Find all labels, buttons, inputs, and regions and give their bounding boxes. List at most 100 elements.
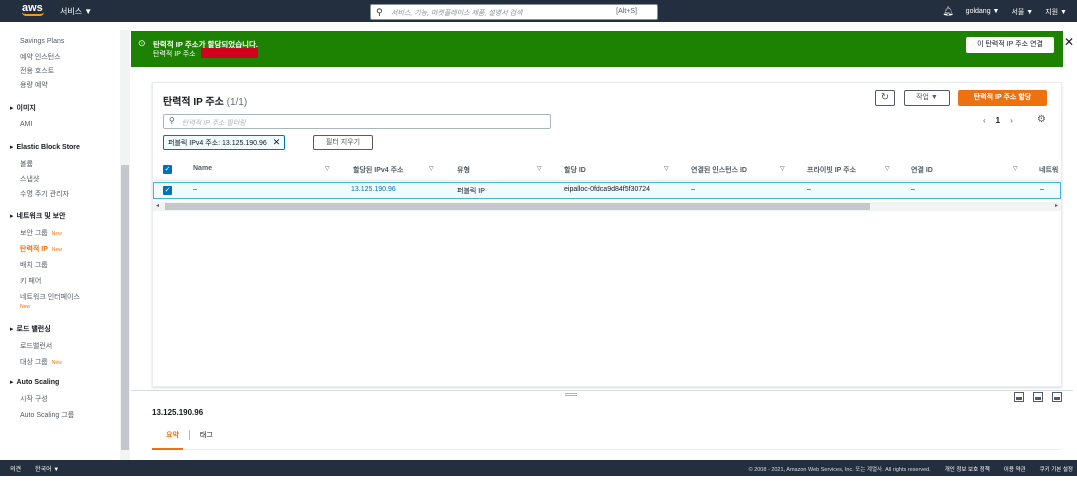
user-menu[interactable]: goldang ▼ xyxy=(966,8,1000,15)
privacy-link[interactable]: 개인 정보 보호 정책 xyxy=(945,465,990,473)
sidebar-item-savings-plans[interactable]: Savings Plans xyxy=(20,38,64,45)
bell-icon[interactable]: 🔔︎ xyxy=(942,6,953,17)
select-all-checkbox[interactable]: ✓ xyxy=(163,165,172,174)
sort-icon[interactable]: ▽ xyxy=(664,165,669,172)
sort-icon[interactable]: ▽ xyxy=(537,165,542,172)
associate-eip-button[interactable]: 이 탄력적 IP 주소 연결 xyxy=(966,37,1054,53)
language-selector[interactable]: 한국어 ▼ xyxy=(35,464,59,473)
sidebar-item-ami[interactable]: AMI xyxy=(20,121,32,128)
tab-tags[interactable]: 태그 xyxy=(200,430,213,440)
column-header-instance-id[interactable]: 연결된 인스턴스 ID xyxy=(691,165,747,175)
sidebar-item-launch-configurations[interactable]: 시작 구성 xyxy=(20,394,48,404)
sidebar-item-capacity-reservations[interactable]: 용량 예약 xyxy=(20,80,48,90)
search-icon: ⚲ xyxy=(376,7,383,17)
tab-divider xyxy=(152,449,1062,450)
cell-ipv4[interactable]: 13.125.190.96 xyxy=(351,186,396,193)
footer-right: © 2008 - 2021, Amazon Web Services, Inc.… xyxy=(749,465,1073,473)
table-scrollbar-thumb[interactable] xyxy=(165,203,870,210)
refresh-button[interactable]: ↻ xyxy=(875,90,895,106)
search-icon: ⚲ xyxy=(169,116,175,125)
scroll-right-icon[interactable]: ▸ xyxy=(1055,202,1058,209)
column-header-ipv4[interactable]: 할당된 IPv4 주소 xyxy=(353,165,404,175)
detail-title: 13.125.190.96 xyxy=(152,408,204,417)
sort-icon[interactable]: ▽ xyxy=(780,165,785,172)
close-icon[interactable]: ✕ xyxy=(1064,35,1074,49)
page-title: 탄력적 IP 주소 (1/1) xyxy=(163,93,247,108)
sidebar-item-elastic-ips[interactable]: 탄력적 IP New xyxy=(20,244,62,254)
sidebar-item-label: 보안 그룹 xyxy=(20,230,48,237)
column-header-private-ip[interactable]: 프라이빗 IP 주소 xyxy=(807,165,856,175)
table-row[interactable]: ✓ – 13.125.190.96 퍼블릭 IP eipalloc-0fdca9… xyxy=(153,182,1061,199)
sort-icon[interactable]: ▽ xyxy=(885,165,890,172)
sidebar-item-label: 탄력적 IP xyxy=(20,246,48,253)
aws-logo-text: aws xyxy=(22,2,43,14)
sort-icon[interactable]: ▽ xyxy=(429,165,434,172)
row-checkbox[interactable]: ✓ xyxy=(163,186,172,195)
sidebar-section-network-security[interactable]: 네트워크 및 보안 xyxy=(10,211,66,221)
column-header-allocation-id[interactable]: 할당 ID xyxy=(564,165,586,175)
column-header-association-id[interactable]: 연결 ID xyxy=(911,165,933,175)
sidebar-section-images[interactable]: 이미지 xyxy=(10,103,36,113)
flash-subtitle: 탄력적 IP 주소 xyxy=(153,51,196,58)
refresh-icon: ↻ xyxy=(880,92,890,103)
sort-icon[interactable]: ▽ xyxy=(325,165,330,172)
panel-bottom-icon[interactable] xyxy=(1014,392,1024,402)
actions-button[interactable]: 작업 ▼ xyxy=(904,90,950,106)
search-shortcut: [Alt+S] xyxy=(616,8,637,15)
nav-right: 🔔︎ goldang ▼ 서울 ▼ 지원 ▼ xyxy=(942,6,1067,17)
panel-close-icon[interactable] xyxy=(1052,392,1062,402)
sidebar-item-security-groups[interactable]: 보안 그룹 New xyxy=(20,228,62,238)
sidebar-item-network-interfaces-badge: New xyxy=(20,303,30,310)
cell-private-ip: – xyxy=(807,186,811,193)
aws-logo[interactable]: aws xyxy=(22,3,44,16)
cell-type: 퍼블릭 IP xyxy=(457,188,485,195)
cell-name: – xyxy=(193,186,197,193)
new-badge: New xyxy=(51,231,62,237)
current-page[interactable]: 1 xyxy=(996,116,1000,125)
sidebar-item-network-interfaces[interactable]: 네트워크 인터페이스 xyxy=(20,292,80,302)
column-header-network[interactable]: 네트워 xyxy=(1039,165,1061,175)
tab-summary[interactable]: 요약 xyxy=(166,430,179,440)
sidebar-item-dedicated-hosts[interactable]: 전용 호스트 xyxy=(20,66,54,76)
clear-filters-button[interactable]: 필터 지우기 xyxy=(313,135,373,150)
column-header-type[interactable]: 유형 xyxy=(457,165,470,175)
support-menu[interactable]: 지원 ▼ xyxy=(1045,7,1067,17)
gear-icon[interactable]: ⚙ xyxy=(1037,114,1046,125)
footer-left: 의견 한국어 ▼ xyxy=(10,464,59,473)
sidebar-item-load-balancers[interactable]: 로드밸런서 xyxy=(20,341,52,351)
prev-page-icon[interactable]: ‹ xyxy=(983,116,986,125)
tab-separator xyxy=(188,430,190,440)
sidebar-item-volumes[interactable]: 볼륨 xyxy=(20,159,33,169)
sidebar-item-target-groups[interactable]: 대상 그룹 New xyxy=(20,357,62,367)
scroll-left-icon[interactable]: ◂ xyxy=(156,202,159,209)
sidebar-item-key-pairs[interactable]: 키 페어 xyxy=(20,276,41,286)
feedback-link[interactable]: 의견 xyxy=(10,464,21,473)
footer: 의견 한국어 ▼ © 2008 - 2021, Amazon Web Servi… xyxy=(0,460,1077,476)
resize-handle-icon[interactable] xyxy=(565,393,577,396)
panel-side-icon[interactable] xyxy=(1033,392,1043,402)
services-menu[interactable]: 서비스 ▼ xyxy=(60,6,92,17)
sidebar-item-auto-scaling-groups[interactable]: Auto Scaling 그룹 xyxy=(20,410,74,420)
sidebar-item-reserved-instances[interactable]: 예약 인스턴스 xyxy=(20,52,61,62)
terms-link[interactable]: 이용 약관 xyxy=(1004,465,1026,473)
search-placeholder: 서비스, 기능, 마켓플레이스 제품, 설명서 검색 xyxy=(391,10,523,17)
remove-token-icon[interactable]: ✕ xyxy=(273,137,281,147)
allocate-eip-button[interactable]: 탄력적 IP 주소 할당 xyxy=(958,90,1047,106)
sidebar-scrollbar-thumb[interactable] xyxy=(121,165,129,450)
sidebar-section-ebs[interactable]: Elastic Block Store xyxy=(10,143,80,151)
column-header-name[interactable]: Name xyxy=(193,165,212,172)
top-navigation: aws 서비스 ▼ ⚲ 서비스, 기능, 마켓플레이스 제품, 설명서 검색 [… xyxy=(0,0,1077,22)
sidebar-item-placement-groups[interactable]: 배치 그룹 xyxy=(20,260,48,270)
sidebar-item-lifecycle-manager[interactable]: 수명 주기 관리자 xyxy=(20,189,69,199)
sidebar-item-label: 대상 그룹 xyxy=(20,359,48,366)
sidebar-item-snapshots[interactable]: 스냅샷 xyxy=(20,174,39,184)
filter-input[interactable]: ⚲ 탄력적 IP 주소 필터링 xyxy=(163,114,551,129)
sort-icon[interactable]: ▽ xyxy=(1013,165,1018,172)
sidebar-section-load-balancing[interactable]: 로드 밸런싱 xyxy=(10,324,51,334)
region-menu[interactable]: 서울 ▼ xyxy=(1011,7,1033,17)
next-page-icon[interactable]: › xyxy=(1010,116,1013,125)
sidebar-section-auto-scaling[interactable]: Auto Scaling xyxy=(10,378,60,386)
global-search[interactable]: ⚲ 서비스, 기능, 마켓플레이스 제품, 설명서 검색 [Alt+S] xyxy=(370,4,658,20)
table-horizontal-scrollbar[interactable]: ◂ ▸ xyxy=(153,202,1061,211)
cookie-preferences-link[interactable]: 쿠키 기본 설정 xyxy=(1040,465,1073,473)
